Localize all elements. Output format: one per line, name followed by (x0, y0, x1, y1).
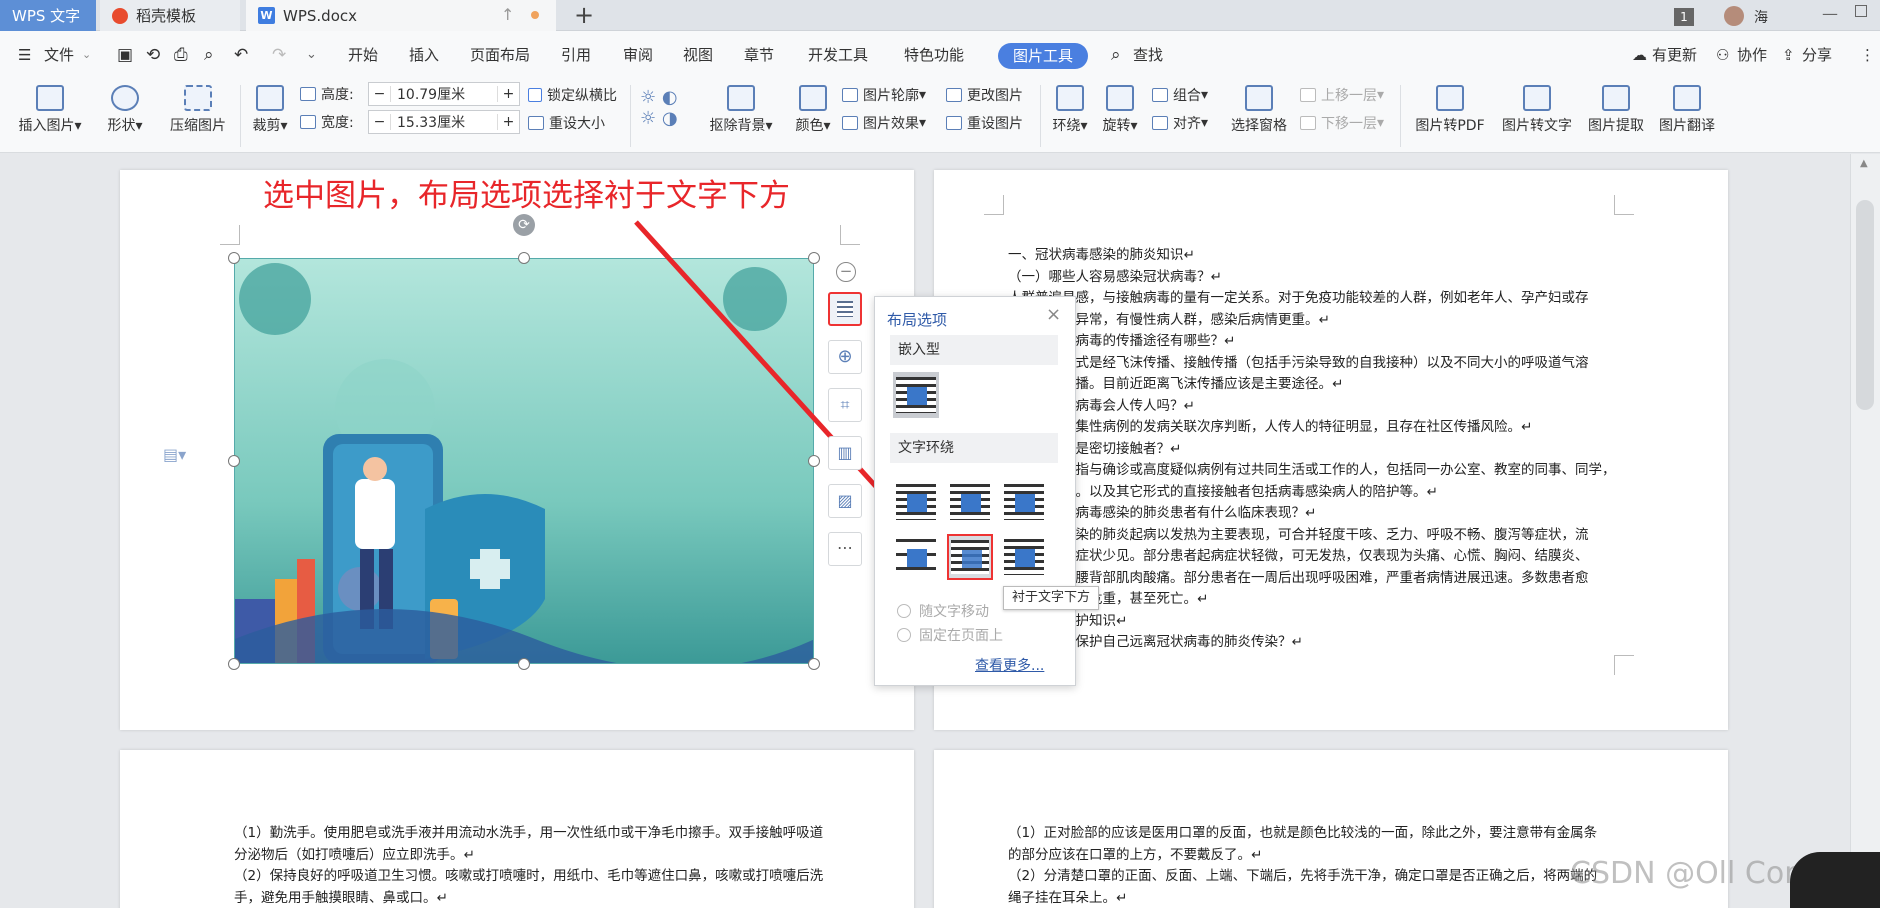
close-icon[interactable]: × (1046, 304, 1061, 325)
section-inline: 嵌入型 (890, 335, 1058, 365)
wrap-top-bottom-option[interactable] (893, 534, 939, 580)
layout-options-popup: 布局选项 × 嵌入型 文字环绕 随文字移动 固定在页面上 查看更多... (874, 296, 1076, 686)
radio-icon (897, 604, 911, 618)
wrap-behind-text-option[interactable] (947, 534, 993, 580)
more-options-icon[interactable]: ⋯ (828, 532, 862, 566)
picture-glyph-icon (907, 494, 927, 512)
picture-glyph-icon (961, 494, 981, 512)
picture-glyph-icon (962, 550, 982, 568)
picture-float-toolbar: − ⊕ ⌗ ▥ ▨ ⋯ (820, 262, 876, 578)
move-with-text-label: 随文字移动 (919, 604, 989, 620)
wrap-inline-option[interactable] (893, 372, 939, 418)
image-edit-icon[interactable]: ▥ (828, 436, 862, 470)
picture-glyph-icon (907, 387, 927, 405)
see-more-link[interactable]: 查看更多... (975, 655, 1044, 675)
section-wrap-text: 文字环绕 (890, 433, 1058, 463)
wrap-through-option[interactable] (1001, 479, 1047, 525)
scrollbar-thumb[interactable] (1856, 200, 1874, 410)
image-replace-icon[interactable]: ▨ (828, 484, 862, 518)
move-with-text-radio[interactable]: 随文字移动 (897, 601, 989, 621)
layout-options-button[interactable] (828, 292, 862, 326)
wrap-in-front-option[interactable] (1001, 534, 1047, 580)
radio-icon (897, 628, 911, 642)
floating-assistant-avatar[interactable] (1790, 852, 1880, 908)
fix-on-page-label: 固定在页面上 (919, 628, 1003, 644)
collapse-minus-icon[interactable]: − (836, 262, 856, 282)
picture-glyph-icon (907, 549, 927, 567)
layout-options-icon (837, 301, 853, 317)
fix-on-page-radio[interactable]: 固定在页面上 (897, 625, 1003, 645)
wrap-square-option[interactable] (893, 479, 939, 525)
crop-tool-icon[interactable]: ⌗ (828, 388, 862, 422)
zoom-picture-icon[interactable]: ⊕ (828, 340, 862, 374)
scroll-up-icon[interactable]: ▲ (1860, 158, 1868, 169)
wrap-tight-option[interactable] (947, 479, 993, 525)
vertical-scrollbar[interactable]: ▲ (1850, 154, 1880, 908)
picture-glyph-icon (1015, 494, 1035, 512)
tooltip-behind-text: 衬于文字下方 (1003, 586, 1100, 610)
popup-title: 布局选项 (887, 311, 948, 329)
picture-glyph-icon (1015, 549, 1035, 567)
